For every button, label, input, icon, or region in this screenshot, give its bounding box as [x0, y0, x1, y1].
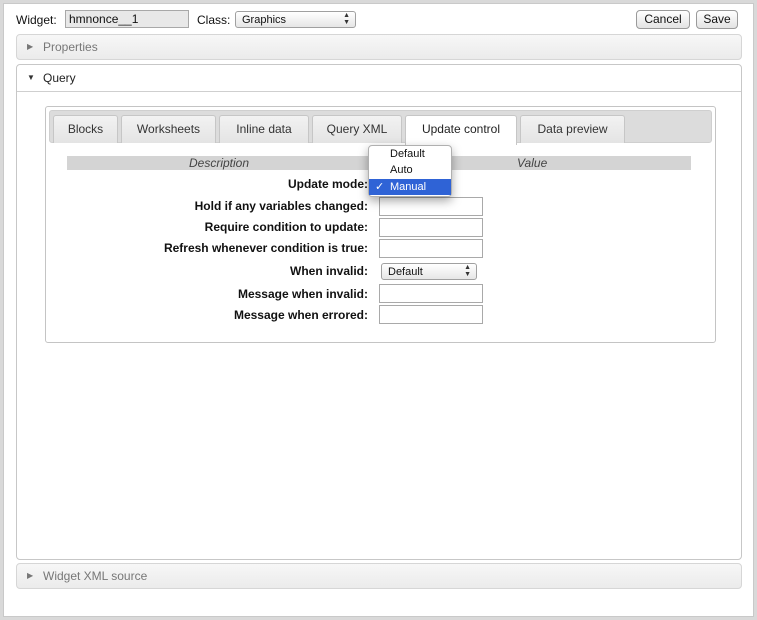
option-manual-label: Manual: [390, 181, 427, 193]
tab-blocks[interactable]: Blocks: [53, 115, 118, 143]
properties-section-header[interactable]: ▶ Properties: [16, 34, 742, 60]
widget-editor-window: Widget: Class: Graphics ▲▼ Cancel Save ▶…: [3, 3, 754, 617]
option-manual[interactable]: ✓ Manual: [369, 179, 451, 195]
properties-title: Properties: [43, 40, 98, 54]
when-invalid-select[interactable]: Default ▲ ▼: [381, 263, 477, 280]
hold-if-changed-field[interactable]: [379, 197, 483, 216]
tab-update-control[interactable]: Update control: [405, 115, 517, 145]
message-errored-field[interactable]: [379, 305, 483, 324]
require-condition-field[interactable]: [379, 218, 483, 237]
query-title: Query: [43, 71, 76, 85]
collapsed-triangle-icon: ▶: [27, 571, 34, 580]
message-errored-label: Message when errored:: [233, 308, 368, 322]
class-select[interactable]: Graphics ▲ ▼: [235, 11, 356, 28]
class-select-value: Graphics: [242, 14, 287, 26]
hold-if-changed-label: Hold if any variables changed:: [194, 199, 368, 213]
cancel-button[interactable]: Cancel: [636, 10, 690, 29]
widget-name-input[interactable]: [65, 10, 189, 28]
checkmark-icon: ✓: [375, 181, 385, 193]
widget-label: Widget:: [16, 13, 57, 27]
when-invalid-value: Default: [388, 266, 423, 278]
select-arrows-icon: ▲ ▼: [464, 264, 471, 278]
collapsed-triangle-icon: ▶: [27, 42, 34, 51]
message-invalid-label: Message when invalid:: [237, 287, 368, 301]
expanded-triangle-icon: ▼: [27, 73, 35, 82]
tab-worksheets[interactable]: Worksheets: [121, 115, 216, 143]
save-button[interactable]: Save: [696, 10, 738, 29]
option-default[interactable]: Default: [369, 146, 451, 162]
widget-xml-section-header[interactable]: ▶ Widget XML source: [16, 563, 742, 589]
query-tabs-container: Blocks Worksheets Inline data Query XML …: [45, 106, 716, 343]
when-invalid-label: When invalid:: [290, 264, 368, 278]
tab-query-xml[interactable]: Query XML: [312, 115, 402, 143]
description-column-header: Description: [189, 156, 250, 170]
query-section-header[interactable]: ▼ Query: [17, 65, 741, 92]
refresh-condition-label: Refresh whenever condition is true:: [163, 241, 368, 255]
option-auto[interactable]: Auto: [369, 162, 451, 178]
tab-inline-data[interactable]: Inline data: [219, 115, 309, 143]
update-mode-dropdown-menu: Default Auto ✓ Manual: [368, 145, 452, 197]
class-label: Class:: [197, 13, 231, 27]
value-column-header: Value: [517, 156, 548, 170]
widget-xml-title: Widget XML source: [43, 569, 148, 583]
update-mode-label: Update mode:: [287, 177, 368, 191]
query-section: ▼ Query Blocks Worksheets Inline data Qu…: [16, 64, 742, 560]
message-invalid-field[interactable]: [379, 284, 483, 303]
require-condition-label: Require condition to update:: [204, 220, 368, 234]
tab-data-preview[interactable]: Data preview: [520, 115, 625, 143]
select-arrows-icon: ▲ ▼: [343, 12, 350, 26]
top-bar: Widget: Class: Graphics ▲▼ Cancel Save: [4, 4, 753, 34]
refresh-condition-field[interactable]: [379, 239, 483, 258]
tab-strip: Blocks Worksheets Inline data Query XML …: [49, 110, 712, 145]
